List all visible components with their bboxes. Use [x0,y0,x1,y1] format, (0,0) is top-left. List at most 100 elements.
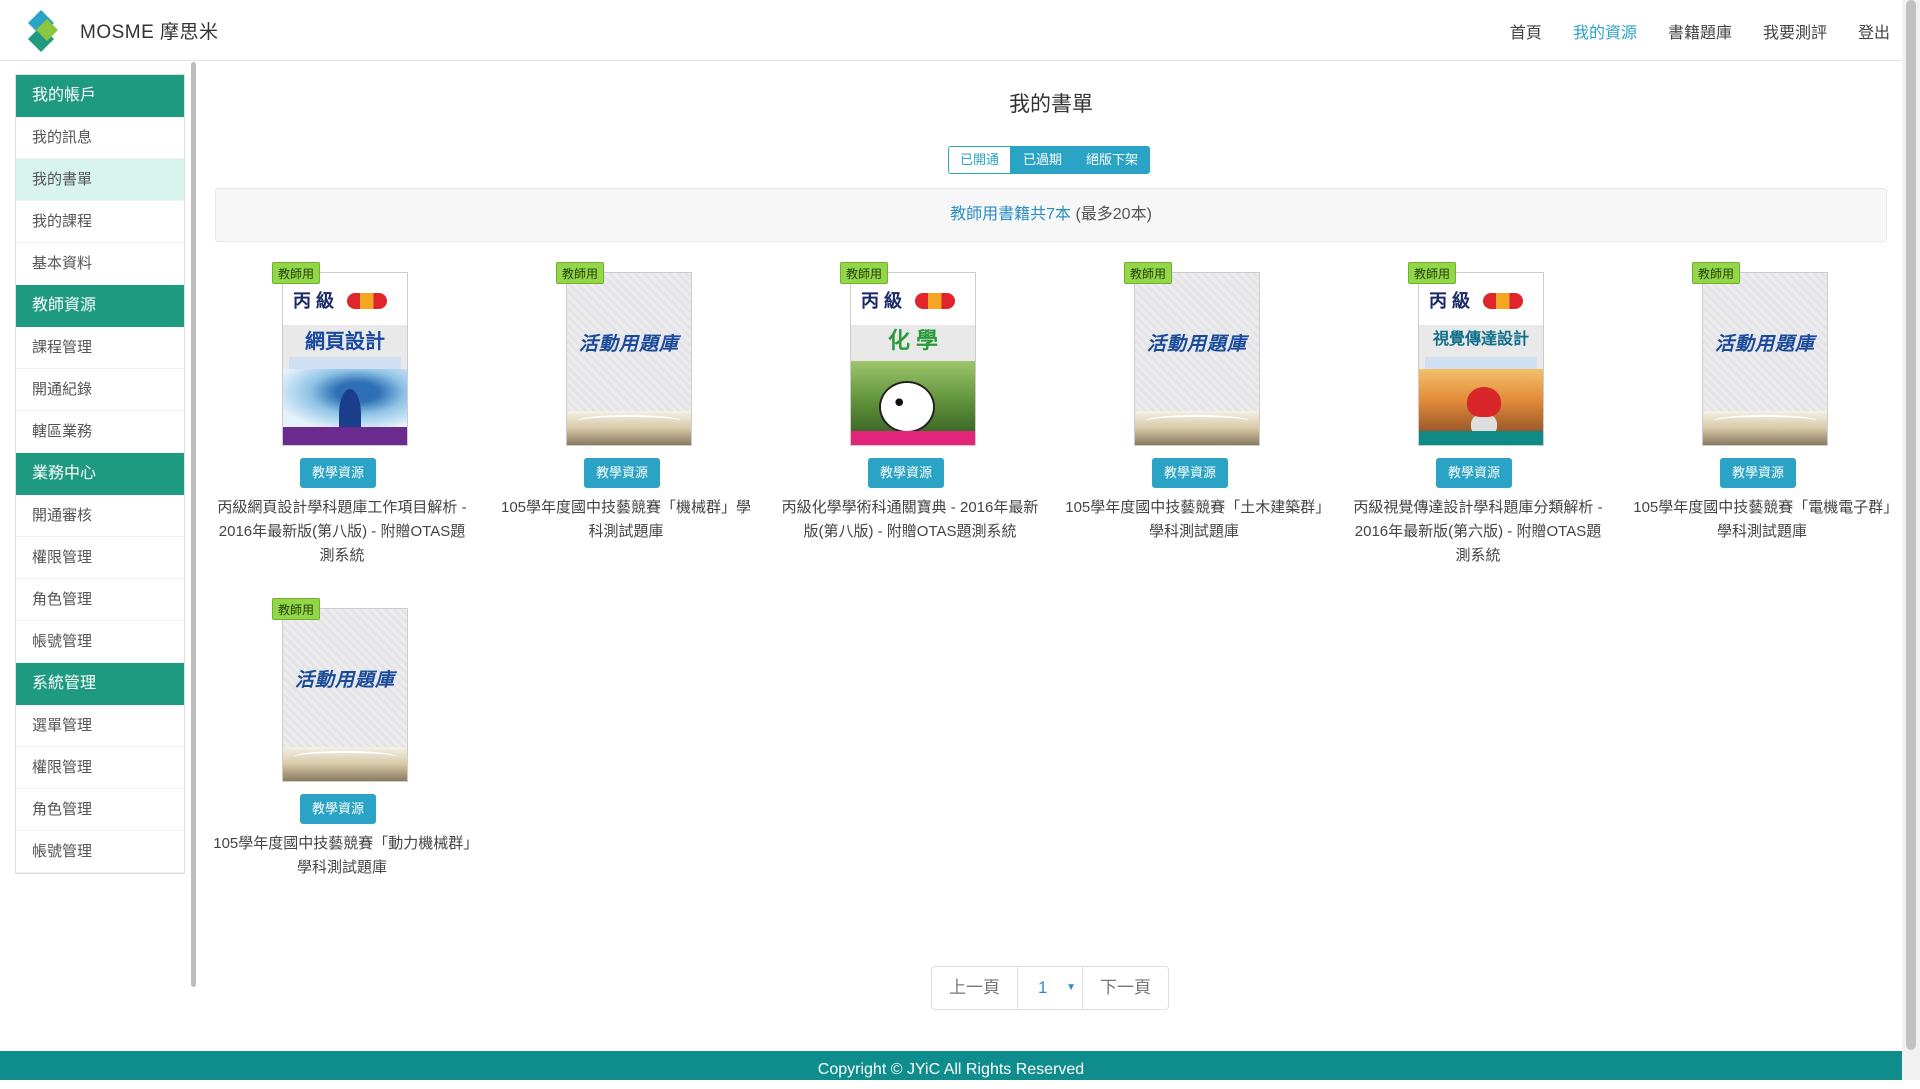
sidebar-item-business-roles[interactable]: 角色管理 [16,579,184,621]
sidebar-section-account: 我的帳戶 [16,75,184,117]
current-page: 1 [1038,978,1048,997]
panda-image [851,361,975,431]
cover-activity-bank: 活動用題庫 [1702,272,1828,446]
cover-heading: 活動用題庫 [1714,334,1815,355]
sidebar-item-menu-management[interactable]: 選單管理 [16,705,184,747]
nav-assessment[interactable]: 我要測評 [1763,19,1827,43]
main-nav: 首頁 我的資源 書籍題庫 我要測評 登出 [1510,0,1902,61]
teaching-resource-button[interactable]: 教學資源 [1436,458,1512,488]
cover-level-icons [1483,293,1523,309]
sidebar-item-system-accounts[interactable]: 帳號管理 [16,831,184,873]
cover-heading: 活動用題庫 [578,334,679,355]
filter-discontinued-button[interactable]: 絕版下架 [1074,146,1151,174]
cover-heading: 活動用題庫 [1146,334,1247,355]
teaching-resource-button[interactable]: 教學資源 [300,794,376,824]
book-title[interactable]: 105學年度國中技藝競賽「機械群」學科測試題庫 [496,496,756,544]
open-book-image [283,747,407,781]
book-limit-text: (最多20本) [1071,206,1152,223]
sidebar-item-district-sales[interactable]: 轄區業務 [16,411,184,453]
sidebar-item-my-messages[interactable]: 我的訊息 [16,117,184,159]
page-title: 我的書單 [1009,93,1093,116]
sidebar-item-basic-info[interactable]: 基本資料 [16,243,184,285]
teacher-badge: 教師用 [1408,262,1457,284]
nav-home[interactable]: 首頁 [1510,19,1542,43]
cover-activity-bank: 活動用題庫 [282,608,408,782]
cover-heading: 化 學 [887,328,939,353]
sidebar-section-system: 系統管理 [16,663,184,705]
book-cover[interactable]: 教師用 丙 級 網頁設計 [272,262,408,446]
book-title[interactable]: 105學年度國中技藝競賽「動力機械群」學科測試題庫 [212,832,472,880]
cover-tag: 丙 級 [861,291,903,311]
teacher-badge: 教師用 [272,262,321,284]
pagination: 上一頁 1 ▼ 下一頁 [931,966,1169,1010]
sidebar-item-activation-review[interactable]: 開通審核 [16,495,184,537]
bird-image [1419,369,1543,431]
cover-heading: 網頁設計 [305,331,385,353]
sidebar-item-system-permissions[interactable]: 權限管理 [16,747,184,789]
nav-my-resources[interactable]: 我的資源 [1573,19,1637,43]
cover-level-icons [915,293,955,309]
book-title[interactable]: 丙級化學學術科通關寶典 - 2016年最新版(第八版) - 附贈OTAS題測系統 [780,496,1040,544]
open-book-image [1703,411,1827,445]
teacher-book-count-link[interactable]: 教師用書籍共7本 [950,206,1071,223]
book-cover[interactable]: 教師用 丙 級 化 學 [840,262,976,446]
sidebar-item-system-roles[interactable]: 角色管理 [16,789,184,831]
nav-book-bank[interactable]: 書籍題庫 [1668,19,1732,43]
teacher-badge: 教師用 [1692,262,1741,284]
teacher-badge: 教師用 [1124,262,1173,284]
teaching-resource-button[interactable]: 教學資源 [868,458,944,488]
page-scrollbar[interactable] [1902,0,1920,1080]
filter-activated-button[interactable]: 已開通 [948,146,1012,174]
book-count-info: 教師用書籍共7本 (最多20本) [215,188,1887,242]
book-title[interactable]: 丙級視覺傳達設計學科題庫分類解析 - 2016年最新版(第六版) - 附贈OTA… [1348,496,1608,568]
sidebar-section-business: 業務中心 [16,453,184,495]
open-book-image [1135,411,1259,445]
sidebar-item-business-permissions[interactable]: 權限管理 [16,537,184,579]
prev-page-button[interactable]: 上一頁 [932,967,1017,1009]
teacher-badge: 教師用 [840,262,889,284]
cover-web-design: 丙 級 網頁設計 [282,272,408,446]
book-cover[interactable]: 教師用 活動用題庫 [1692,262,1828,446]
sidebar-item-my-courses[interactable]: 我的課程 [16,201,184,243]
chevron-down-icon: ▼ [1066,982,1076,993]
cover-tag: 丙 級 [293,291,335,311]
sidebar-scrollbar[interactable] [191,62,196,987]
teaching-resource-button[interactable]: 教學資源 [1152,458,1228,488]
top-navbar: MOSME 摩思米 首頁 我的資源 書籍題庫 我要測評 登出 [0,0,1902,61]
book-cover[interactable]: 教師用 活動用題庫 [1124,262,1260,446]
cover-activity-bank: 活動用題庫 [1134,272,1260,446]
cover-tag: 丙 級 [1429,291,1471,311]
teaching-resource-button[interactable]: 教學資源 [584,458,660,488]
book-cover[interactable]: 教師用 活動用題庫 [556,262,692,446]
page-select[interactable]: 1 ▼ [1017,967,1083,1009]
brand-name[interactable]: MOSME 摩思米 [80,17,219,44]
footer-copyright: Copyright © JYiC All Rights Reserved [0,1051,1902,1080]
open-book-image [567,411,691,445]
teaching-resource-button[interactable]: 教學資源 [300,458,376,488]
book-title[interactable]: 丙級網頁設計學科題庫工作項目解析 - 2016年最新版(第八版) - 附贈OTA… [212,496,472,568]
status-filter-group: 已開通 已過期 絕版下架 [948,146,1151,174]
teacher-badge: 教師用 [272,598,321,620]
sidebar-item-my-booklist[interactable]: 我的書單 [16,159,184,201]
cover-visual-design: 丙 級 視覺傳達設計 [1418,272,1544,446]
teacher-badge: 教師用 [556,262,605,284]
cover-heading: 活動用題庫 [294,670,395,691]
nav-logout[interactable]: 登出 [1858,19,1890,43]
cover-heading: 視覺傳達設計 [1432,331,1529,348]
sidebar-section-teacher: 教師資源 [16,285,184,327]
cover-chemistry: 丙 級 化 學 [850,272,976,446]
sidebar: 我的帳戶 我的訊息 我的書單 我的課程 基本資料 教師資源 課程管理 開通紀錄 … [15,74,185,874]
filter-expired-button[interactable]: 已過期 [1011,146,1075,174]
book-cover[interactable]: 教師用 活動用題庫 [272,598,408,782]
book-title[interactable]: 105學年度國中技藝競賽「電機電子群」學科測試題庫 [1632,496,1892,544]
peacock-image [283,369,407,439]
book-title[interactable]: 105學年度國中技藝競賽「土木建築群」學科測試題庫 [1064,496,1324,544]
scrollbar-thumb[interactable] [1906,0,1916,1050]
mosme-logo-icon[interactable] [20,10,62,52]
sidebar-item-business-accounts[interactable]: 帳號管理 [16,621,184,663]
book-cover[interactable]: 教師用 丙 級 視覺傳達設計 [1408,262,1544,446]
next-page-button[interactable]: 下一頁 [1083,967,1168,1009]
teaching-resource-button[interactable]: 教學資源 [1720,458,1796,488]
sidebar-item-activation-records[interactable]: 開通紀錄 [16,369,184,411]
sidebar-item-course-management[interactable]: 課程管理 [16,327,184,369]
